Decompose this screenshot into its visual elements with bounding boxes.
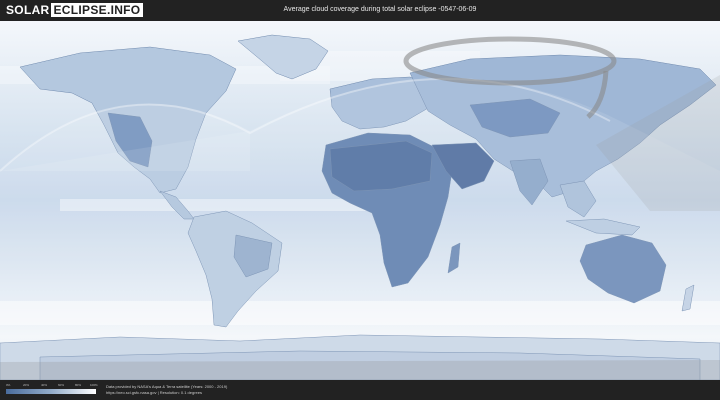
map-canvas bbox=[0, 21, 720, 380]
legend-tick-20: 20% bbox=[23, 383, 30, 387]
legend-color-bar bbox=[6, 389, 96, 394]
header-bar: SOLAR ECLIPSE.INFO Average cloud coverag… bbox=[0, 0, 720, 21]
logo-text-eclipse-info: ECLIPSE.INFO bbox=[50, 3, 144, 17]
data-credits: Data provided by NASA's Aqua & Terra sat… bbox=[106, 384, 227, 396]
credits-link[interactable]: https://neo.sci.gsfc.nasa.gov | Resoluti… bbox=[106, 390, 227, 396]
legend-tick-labels: 0% 20% 40% 60% 80% 100% bbox=[6, 383, 98, 388]
legend-tick-100: 100% bbox=[90, 383, 98, 387]
cloud-coverage-map[interactable] bbox=[0, 21, 720, 380]
legend-tick-40: 40% bbox=[41, 383, 48, 387]
legend-tick-80: 80% bbox=[75, 383, 82, 387]
logo-text-solar: SOLAR bbox=[6, 3, 50, 17]
legend-tick-0: 0% bbox=[6, 383, 11, 387]
legend-tick-60: 60% bbox=[58, 383, 65, 387]
eclipse-bottom-band bbox=[0, 360, 720, 380]
page: SOLAR ECLIPSE.INFO Average cloud coverag… bbox=[0, 0, 720, 400]
site-logo[interactable]: SOLAR ECLIPSE.INFO bbox=[6, 3, 144, 17]
page-title: Average cloud coverage during total sola… bbox=[283, 6, 477, 13]
